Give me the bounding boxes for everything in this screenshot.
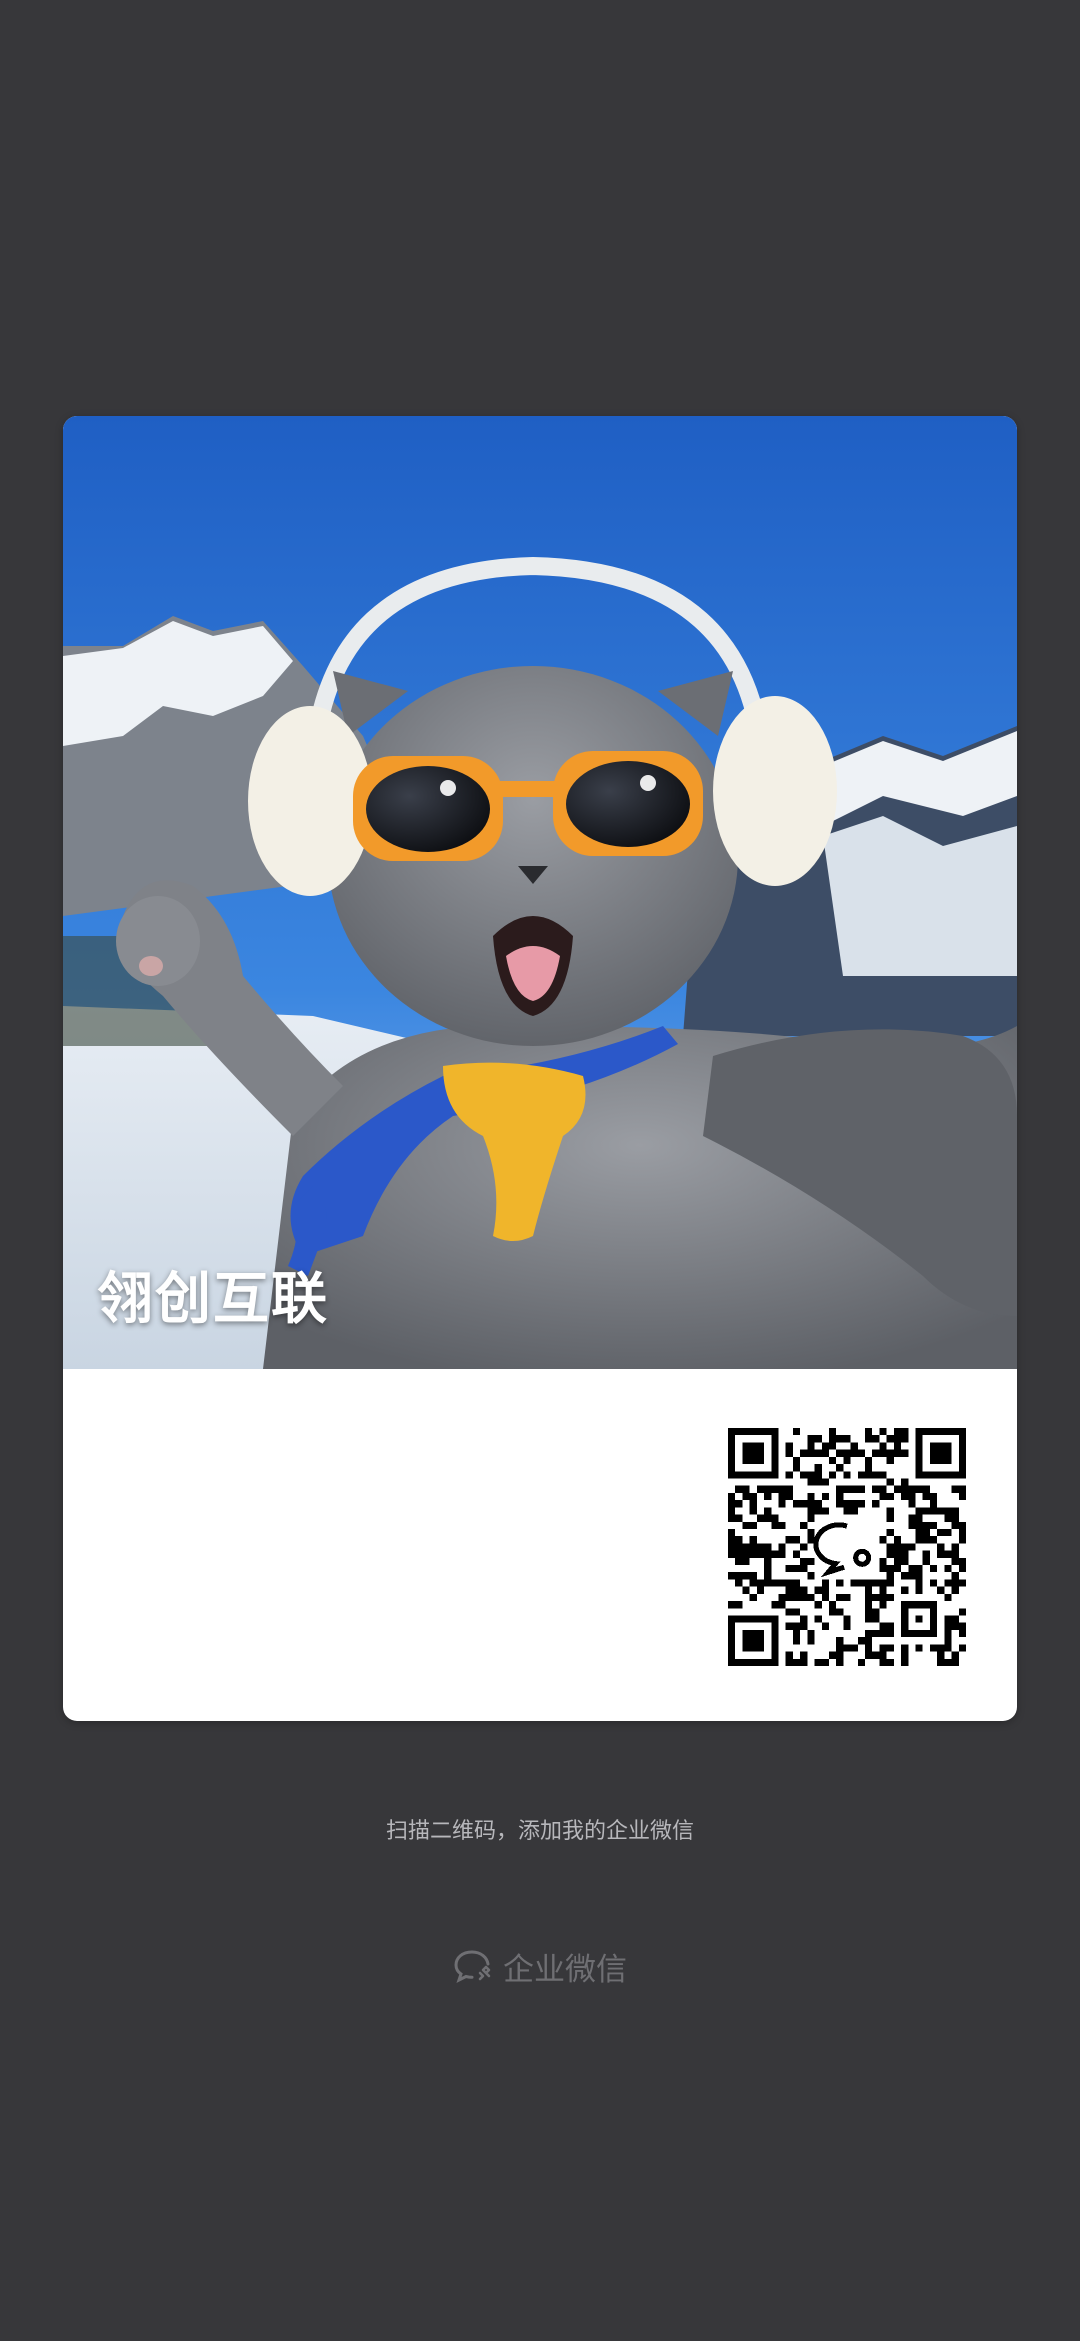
contact-card: 翎创互联 (63, 416, 1017, 1721)
scan-instruction: 扫描二维码，添加我的企业微信 (385, 1819, 694, 1844)
contact-name: 翎创互联 (97, 1267, 329, 1332)
wecom-brand: 企业微信 (0, 1944, 1080, 1989)
profile-photo (63, 416, 1017, 1369)
qr-code-icon[interactable] (728, 1428, 966, 1666)
wecom-logo-icon (454, 1950, 491, 1983)
wecom-brand-label: 企业微信 (503, 1952, 627, 1988)
